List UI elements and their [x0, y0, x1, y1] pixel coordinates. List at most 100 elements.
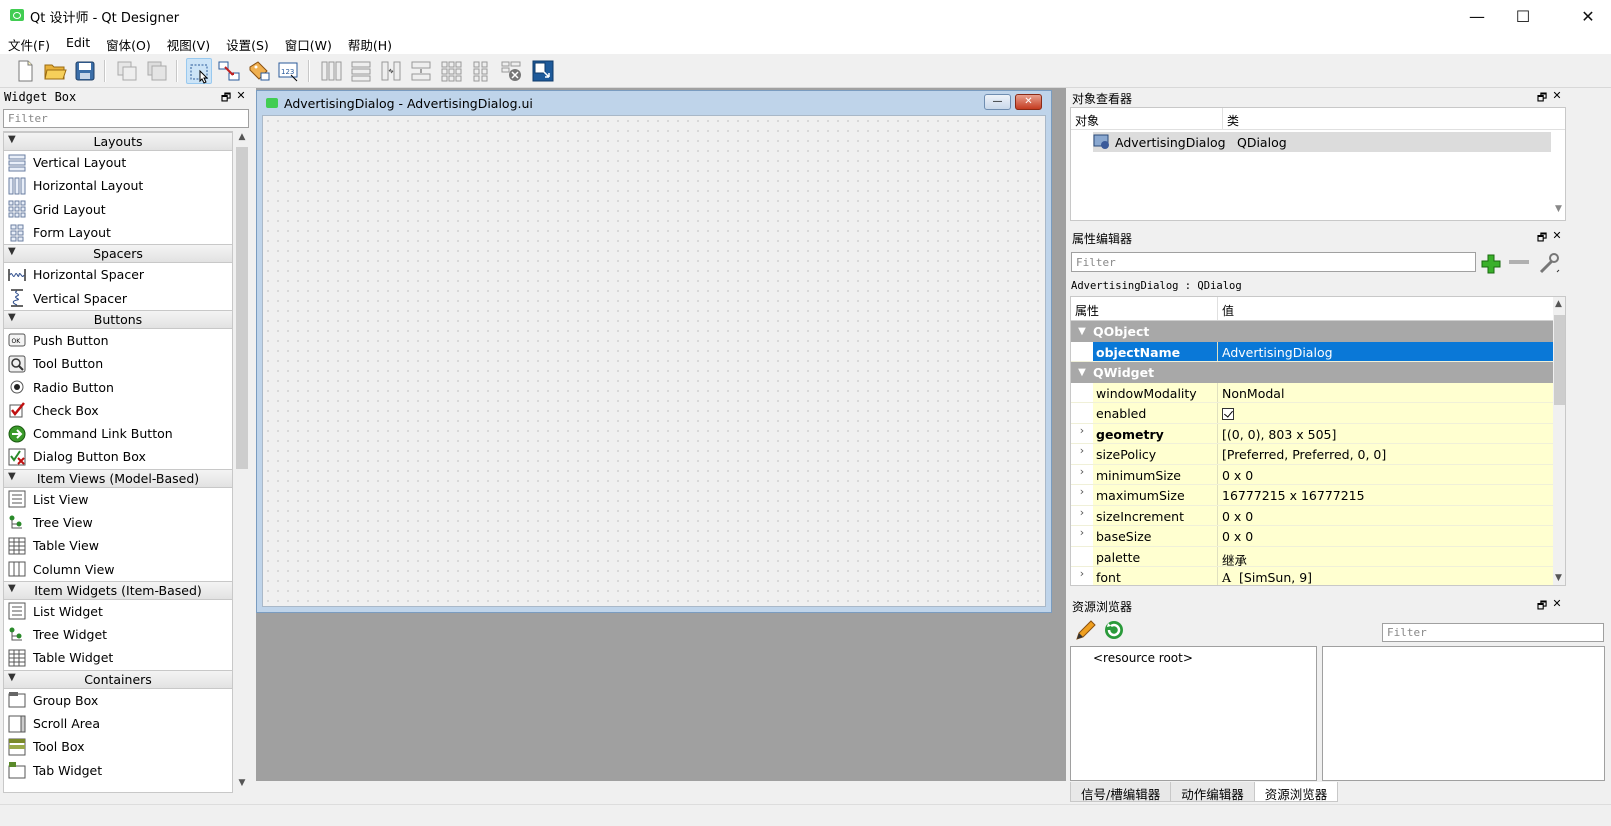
maximize-button[interactable]: ☐: [1500, 0, 1546, 32]
form-close-button[interactable]: ✕: [1015, 94, 1042, 110]
dock-close-icon[interactable]: ✕: [1550, 597, 1564, 610]
category-spacers[interactable]: ▼ Spacers: [4, 244, 232, 264]
layout-grid-icon[interactable]: [438, 58, 464, 84]
property-row-minimumsize[interactable]: › minimumSize 0 x 0: [1071, 464, 1565, 485]
configure-wrench-icon[interactable]: [1537, 252, 1561, 276]
category-containers[interactable]: ▼ Containers: [4, 669, 232, 689]
scrollbar-thumb[interactable]: [1554, 315, 1565, 405]
remove-property-minus-icon[interactable]: [1509, 260, 1529, 264]
category-buttons[interactable]: ▼ Buttons: [4, 309, 232, 329]
property-row-sizeincrement[interactable]: › sizeIncrement 0 x 0: [1071, 505, 1565, 526]
edit-buddies-icon[interactable]: [246, 58, 272, 84]
chevron-right-icon[interactable]: ›: [1071, 485, 1093, 505]
form-window[interactable]: AdvertisingDialog - AdvertisingDialog.ui…: [256, 90, 1052, 613]
property-row-objectname[interactable]: objectName AdvertisingDialog: [1071, 341, 1565, 362]
widget-box-filter-input[interactable]: Filter: [3, 109, 249, 128]
widget-vertical-layout[interactable]: Vertical Layout: [4, 151, 232, 174]
layout-splitter-h-icon[interactable]: [378, 58, 404, 84]
form-canvas-grid[interactable]: [262, 115, 1046, 607]
layout-horizontal-icon[interactable]: [318, 58, 344, 84]
widget-tool-box[interactable]: Tool Box: [4, 735, 232, 758]
menu-view[interactable]: 视图(V): [159, 32, 218, 54]
property-row-font[interactable]: › font A [SimSun, 9]: [1071, 567, 1565, 585]
widget-horizontal-spacer[interactable]: Horizontal Spacer: [4, 263, 232, 286]
chevron-right-icon[interactable]: ›: [1071, 444, 1093, 464]
save-icon[interactable]: [72, 58, 98, 84]
edit-resources-pencil-icon[interactable]: [1074, 618, 1098, 642]
widget-list-view[interactable]: List View: [4, 488, 232, 511]
property-row-maximumsize[interactable]: › maximumSize 16777215 x 16777215: [1071, 485, 1565, 506]
menu-help[interactable]: 帮助(H): [340, 32, 400, 54]
form-window-titlebar[interactable]: AdvertisingDialog - AdvertisingDialog.ui…: [257, 91, 1051, 113]
widget-check-box[interactable]: Check Box: [4, 399, 232, 422]
widget-vertical-spacer[interactable]: Vertical Spacer: [4, 286, 232, 309]
column-value[interactable]: 值: [1218, 297, 1238, 320]
scroll-down-arrow-icon[interactable]: ▼: [1555, 573, 1562, 583]
widget-box-scrollbar[interactable]: ▲ ▼: [234, 131, 250, 793]
chevron-right-icon[interactable]: ›: [1071, 465, 1093, 485]
widget-dialog-button-box[interactable]: Dialog Button Box: [4, 445, 232, 468]
property-row-sizepolicy[interactable]: › sizePolicy [Preferred, Preferred, 0, 0]: [1071, 444, 1565, 465]
dock-close-icon[interactable]: ✕: [234, 89, 248, 102]
widget-tree-view[interactable]: Tree View: [4, 511, 232, 534]
widget-radio-button[interactable]: Radio Button: [4, 375, 232, 398]
resource-filter-input[interactable]: Filter: [1382, 623, 1604, 642]
paste-disabled-icon[interactable]: [144, 58, 170, 84]
edit-widgets-icon[interactable]: [186, 58, 212, 84]
property-row-windowmodality[interactable]: windowModality NonModal: [1071, 382, 1565, 403]
widget-table-view[interactable]: Table View: [4, 534, 232, 557]
menu-settings[interactable]: 设置(S): [218, 32, 277, 54]
column-class[interactable]: 类: [1223, 108, 1243, 129]
tab-action-editor[interactable]: 动作编辑器: [1170, 782, 1255, 802]
chevron-right-icon[interactable]: ›: [1071, 424, 1093, 444]
dock-float-icon[interactable]: 🗗: [1535, 229, 1549, 248]
scroll-down-arrow-icon[interactable]: ▼: [234, 778, 250, 792]
widget-push-button[interactable]: OK Push Button: [4, 329, 232, 352]
new-file-icon[interactable]: [12, 58, 38, 84]
dock-float-icon[interactable]: 🗗: [1535, 597, 1549, 616]
dock-float-icon[interactable]: 🗗: [219, 89, 233, 108]
dock-close-icon[interactable]: ✕: [1550, 229, 1564, 242]
layout-vertical-icon[interactable]: [348, 58, 374, 84]
menu-edit[interactable]: Edit: [58, 32, 98, 54]
add-dynamic-property-plus-icon[interactable]: [1479, 252, 1503, 276]
minimize-button[interactable]: —: [1454, 0, 1500, 32]
widget-table-widget[interactable]: Table Widget: [4, 646, 232, 669]
property-group-qobject[interactable]: ▼ QObject: [1071, 321, 1565, 342]
widget-command-link-button[interactable]: Command Link Button: [4, 422, 232, 445]
property-row-basesize[interactable]: › baseSize 0 x 0: [1071, 526, 1565, 547]
layout-splitter-v-icon[interactable]: [408, 58, 434, 84]
menu-form[interactable]: 窗体(O): [98, 32, 159, 54]
enabled-checkbox[interactable]: [1222, 408, 1234, 420]
resource-root-node[interactable]: <resource root>: [1093, 651, 1193, 665]
column-object[interactable]: 对象: [1071, 108, 1223, 129]
dock-close-icon[interactable]: ✕: [1550, 89, 1564, 102]
property-group-qwidget[interactable]: ▼ QWidget: [1071, 362, 1565, 383]
edit-tab-order-icon[interactable]: 123: [276, 58, 302, 84]
scrollbar-thumb[interactable]: [236, 147, 248, 469]
widget-grid-layout[interactable]: Grid Layout: [4, 198, 232, 221]
property-filter-input[interactable]: Filter: [1071, 252, 1476, 272]
widget-horizontal-layout[interactable]: Horizontal Layout: [4, 174, 232, 197]
widget-tool-button[interactable]: Tool Button: [4, 352, 232, 375]
dock-float-icon[interactable]: 🗗: [1535, 89, 1549, 108]
layout-form-icon[interactable]: [468, 58, 494, 84]
widget-form-layout[interactable]: Form Layout: [4, 221, 232, 244]
close-button[interactable]: ✕: [1565, 0, 1611, 32]
property-row-geometry[interactable]: › geometry [(0, 0), 803 x 505]: [1071, 423, 1565, 444]
category-layouts[interactable]: ▼ Layouts: [4, 132, 232, 151]
property-row-palette[interactable]: palette 继承: [1071, 546, 1565, 568]
column-property[interactable]: 属性: [1071, 297, 1218, 320]
scroll-up-arrow-icon[interactable]: ▲: [1555, 299, 1562, 309]
widget-tree-widget[interactable]: Tree Widget: [4, 623, 232, 646]
menu-file[interactable]: 文件(F): [0, 32, 58, 54]
scroll-down-arrow-icon[interactable]: ▼: [1555, 204, 1562, 214]
property-row-enabled[interactable]: enabled: [1071, 403, 1565, 424]
chevron-right-icon[interactable]: ›: [1071, 506, 1093, 526]
open-folder-icon[interactable]: [42, 58, 68, 84]
tab-resource-browser[interactable]: 资源浏览器: [1253, 782, 1339, 802]
break-layout-icon[interactable]: [498, 58, 524, 84]
reload-icon[interactable]: [1102, 618, 1126, 642]
tab-signal-slot-editor[interactable]: 信号/槽编辑器: [1070, 782, 1172, 802]
category-item-widgets[interactable]: ▼ Item Widgets (Item-Based): [4, 580, 232, 600]
